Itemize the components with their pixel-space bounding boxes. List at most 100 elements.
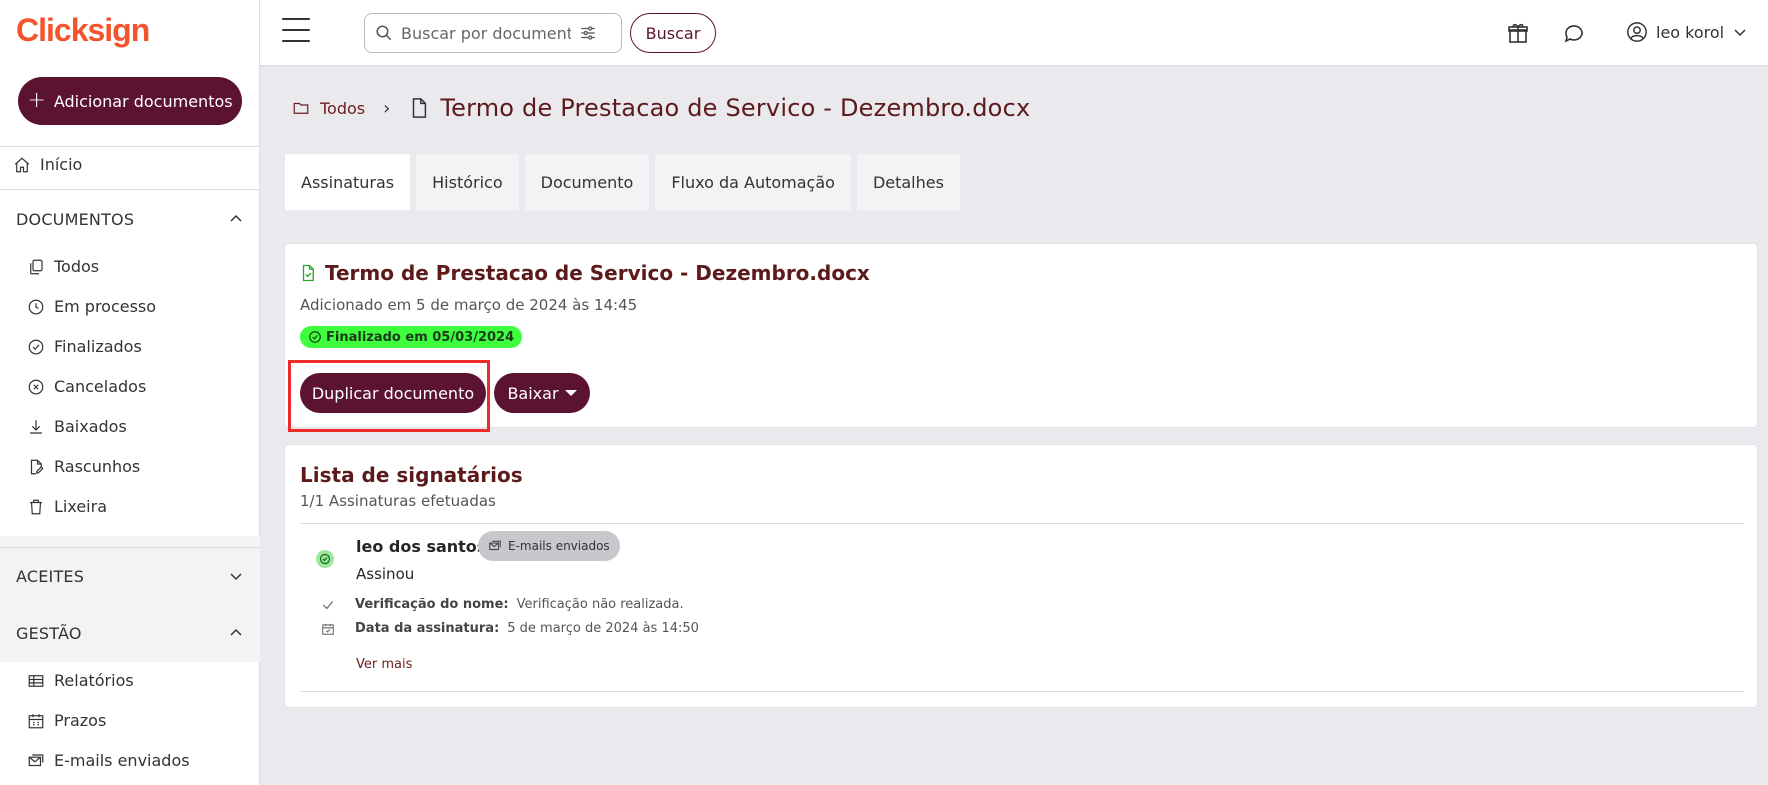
mail-icon [489,540,501,551]
document-title: Termo de Prestacao de Servico - Dezembro… [299,261,870,285]
x-circle-icon [28,379,44,394]
document-card: Termo de Prestacao de Servico - Dezembro… [284,243,1758,432]
sidebar-item-label: Rascunhos [54,457,141,476]
chevron-down-icon [1734,29,1746,37]
emails-sent-badge[interactable]: E-mails enviados [478,531,620,561]
section-aceites[interactable]: ACEITES [0,547,260,605]
sidebar-item-label: E-mails enviados [54,751,190,770]
added-date: Adicionado em 5 de março de 2024 às 14:4… [300,296,638,314]
tab-historico[interactable]: Histórico [416,154,519,210]
badge-label: E-mails enviados [508,539,610,553]
plus-icon: + [27,88,46,113]
section-label: GESTÃO [16,623,82,643]
calendar-check-icon [322,623,334,635]
check-icon [322,600,334,609]
user-name: leo korol [1656,22,1725,42]
sidebar-item-label: Lixeira [54,497,108,516]
signers-title: Lista de signatários [300,463,523,487]
divider [300,691,1744,692]
chat-icon[interactable] [1562,21,1586,45]
top-header: Buscar leo korol [260,0,1768,66]
draft-icon [30,459,44,474]
breadcrumb: Todos › Termo de Prestacao de Servico - … [292,94,1030,122]
chevron-down-icon [230,573,242,581]
user-icon [1627,22,1647,42]
add-documents-label: Adicionar documentos [53,91,233,111]
trash-icon [30,499,42,514]
check-circle-icon [309,331,321,343]
name-verification-row: Verificação do nome: Verificação não rea… [321,597,684,612]
download-icon [30,419,42,434]
see-more-link[interactable]: Ver mais [356,657,412,672]
sidebar-item-cancelados[interactable]: Cancelados [27,377,146,396]
document-title-text: Termo de Prestacao de Servico - Dezembro… [325,261,870,285]
search-icon [376,25,392,41]
calendar-icon [28,713,44,728]
signer-status: Assinou [356,565,415,583]
divider [300,523,1744,524]
menu-icon[interactable] [282,18,310,42]
sidebar-item-prazos[interactable]: Prazos [27,711,106,730]
file-check-icon [302,264,314,282]
sidebar-item-baixados[interactable]: Baixados [27,417,127,436]
sidebar-item-todos[interactable]: Todos [27,257,99,276]
user-menu[interactable]: leo korol [1626,21,1748,43]
chevron-right-icon: › [383,97,391,119]
folder-icon [293,102,309,114]
sidebar-item-label: Prazos [54,711,107,730]
signer-name: leo dos santos [356,537,487,556]
table-icon [28,674,44,687]
sidebar-item-lixeira[interactable]: Lixeira [27,497,107,516]
download-button[interactable]: Baixar [494,373,590,413]
page-title: Termo de Prestacao de Servico - Dezembro… [440,94,1031,122]
section-documentos[interactable]: DOCUMENTOS [0,190,260,248]
signers-subtitle: 1/1 Assinaturas efetuadas [300,492,496,510]
signers-card: Lista de signatários 1/1 Assinaturas efe… [284,444,1758,708]
caret-down-icon [564,390,577,396]
tab-fluxo-automacao[interactable]: Fluxo da Automação [655,154,851,210]
download-label: Baixar [507,383,559,403]
home-icon [14,156,30,172]
tabs: Assinaturas Histórico Documento Fluxo da… [285,154,960,210]
chevron-up-icon [230,214,242,222]
section-label: ACEITES [16,566,85,586]
chevron-up-icon [230,628,242,636]
filter-icon[interactable] [579,24,597,42]
sidebar-item-label: Finalizados [54,337,142,356]
add-documents-button[interactable]: + Adicionar documentos [18,77,242,125]
clock-icon [28,299,44,314]
tab-detalhes[interactable]: Detalhes [856,154,960,210]
search-box [364,13,622,53]
duplicate-document-button[interactable]: Duplicar documento [300,373,486,413]
signature-date-value: 5 de março de 2024 às 14:50 [507,621,699,636]
tab-assinaturas[interactable]: Assinaturas [285,154,411,210]
divider [0,146,260,147]
clicksign-logo[interactable]: Clicksign [16,12,150,49]
sidebar-item-relatorios[interactable]: Relatórios [27,671,134,690]
sidebar-item-label: Todos [54,257,100,276]
sidebar-item-label: Cancelados [54,377,147,396]
sidebar-item-label: Início [40,155,83,174]
sidebar-item-label: Em processo [54,297,157,316]
check-circle-icon [28,339,44,354]
mail-icon [28,753,44,766]
search-input[interactable] [401,23,571,43]
sidebar-item-emails-enviados[interactable]: E-mails enviados [27,751,190,770]
section-gestao[interactable]: GESTÃO [0,604,260,662]
sidebar-item-inicio[interactable]: Início [13,155,82,174]
sidebar-item-label: Baixados [54,417,127,436]
copy-icon [30,259,43,274]
signed-check-icon [316,550,334,568]
breadcrumb-todos[interactable]: Todos [320,99,365,118]
sidebar-item-rascunhos[interactable]: Rascunhos [27,457,140,476]
search-button[interactable]: Buscar [630,13,716,53]
tab-documento[interactable]: Documento [524,154,650,210]
sidebar: Clicksign + Adicionar documentos Início … [0,0,260,785]
status-badge: Finalizado em 05/03/2024 [300,326,523,348]
sidebar-item-label: Relatórios [54,671,134,690]
section-label: DOCUMENTOS [16,209,135,229]
gift-icon[interactable] [1506,21,1530,45]
signature-date-row: Data da assinatura: 5 de março de 2024 à… [321,621,699,636]
sidebar-item-em-processo[interactable]: Em processo [27,297,156,316]
sidebar-item-finalizados[interactable]: Finalizados [27,337,142,356]
